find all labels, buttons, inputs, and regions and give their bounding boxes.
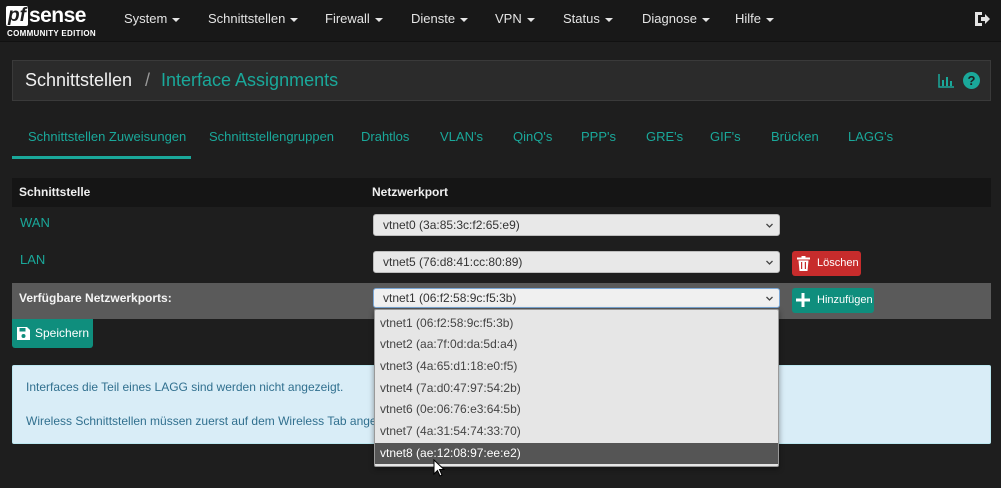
port-select-wan[interactable]: vtnet0 (3a:85:3c:f2:65:e9)	[373, 214, 780, 236]
chevron-down-icon	[766, 296, 773, 301]
caret-down-icon	[290, 17, 299, 22]
tab-drahtlos[interactable]: Drahtlos	[361, 125, 409, 159]
dropdown-option[interactable]: vtnet6 (0e:06:76:e3:64:5b)	[375, 399, 778, 420]
sign-out-icon[interactable]	[973, 10, 991, 28]
breadcrumb-separator: /	[145, 70, 151, 90]
info-text-wireless: Wireless Schnittstellen müssen zuerst au…	[26, 414, 377, 428]
dropdown-option[interactable]: vtnet4 (7a:d0:47:97:54:2b)	[375, 378, 778, 399]
chevron-down-icon	[766, 223, 773, 228]
pfsense-logo[interactable]: pf sense COMMUNITY EDITION	[6, 5, 100, 39]
save-button[interactable]: Speichern	[12, 319, 93, 348]
nav-dienste[interactable]: Dienste	[411, 0, 469, 38]
table-row-wan: WAN vtnet0 (3a:85:3c:f2:65:e9)	[12, 207, 991, 243]
bar-chart-icon[interactable]	[938, 74, 954, 88]
logo-sense: sense	[28, 4, 87, 27]
tab-gres[interactable]: GRE's	[646, 125, 683, 159]
nav-diagnose[interactable]: Diagnose	[642, 0, 710, 38]
tab-qinqs[interactable]: QinQ's	[513, 125, 552, 159]
nav-firewall[interactable]: Firewall	[325, 0, 383, 38]
dropdown-option[interactable]: vtnet3 (4a:65:d1:18:e0:f5)	[375, 356, 778, 377]
active-tab-indicator	[12, 156, 191, 159]
dropdown-option[interactable]: vtnet1 (06:f2:58:9c:f5:3b)	[375, 313, 778, 334]
chevron-down-icon	[766, 260, 773, 265]
dropdown-option[interactable]: vtnet7 (4a:31:54:74:33:70)	[375, 421, 778, 442]
trash-icon	[797, 256, 810, 271]
help-icon[interactable]: ?	[963, 72, 980, 89]
tab-gifs[interactable]: GIF's	[710, 125, 741, 159]
tab-schnittstellengruppen[interactable]: Schnittstellengruppen	[209, 125, 334, 159]
nav-system[interactable]: System	[124, 0, 181, 38]
interface-link-wan[interactable]: WAN	[20, 215, 50, 230]
add-button[interactable]: Hinzufügen	[792, 288, 874, 313]
plus-icon	[796, 293, 810, 307]
delete-button[interactable]: Löschen	[792, 251, 861, 276]
nav-schnittstellen[interactable]: Schnittstellen	[208, 0, 299, 38]
save-icon	[17, 327, 30, 340]
logo-edition: COMMUNITY EDITION	[7, 29, 96, 38]
top-navbar: pf sense COMMUNITY EDITION System Schnitt…	[0, 0, 1001, 42]
tab-zuweisungen[interactable]: Schnittstellen Zuweisungen	[28, 125, 186, 159]
caret-down-icon	[526, 17, 535, 22]
nav-vpn[interactable]: VPN	[495, 0, 535, 38]
column-header-interface: Schnittstelle	[19, 185, 91, 199]
caret-down-icon	[172, 17, 181, 22]
page-header: Schnittstellen / Interface Assignments ?	[12, 60, 991, 101]
caret-down-icon	[701, 17, 710, 22]
info-text-lagg: Interfaces die Teil eines LAGG sind werd…	[26, 380, 344, 394]
breadcrumb-section[interactable]: Schnittstellen	[25, 70, 132, 91]
table-row-lan: LAN vtnet5 (76:d8:41:cc:80:89) Löschen	[12, 243, 991, 283]
tab-laggs[interactable]: LAGG's	[848, 125, 893, 159]
available-ports-label: Verfügbare Netzwerkports:	[19, 291, 172, 305]
nav-hilfe[interactable]: Hilfe	[735, 0, 775, 38]
column-header-port: Netzwerkport	[372, 185, 449, 199]
page-title[interactable]: Interface Assignments	[161, 70, 338, 91]
available-port-select[interactable]: vtnet1 (06:f2:58:9c:f5:3b)	[373, 288, 780, 308]
caret-down-icon	[766, 17, 775, 22]
caret-down-icon	[374, 17, 383, 22]
port-dropdown-list: vtnet1 (06:f2:58:9c:f5:3b) vtnet2 (aa:7f…	[374, 309, 779, 467]
dropdown-option[interactable]: vtnet2 (aa:7f:0d:da:5d:a4)	[375, 334, 778, 355]
port-select-lan[interactable]: vtnet5 (76:d8:41:cc:80:89)	[373, 251, 780, 273]
tab-vlans[interactable]: VLAN's	[440, 125, 483, 159]
caret-down-icon	[604, 17, 613, 22]
caret-down-icon	[460, 17, 469, 22]
mouse-cursor-icon	[433, 459, 445, 477]
nav-status[interactable]: Status	[563, 0, 613, 38]
interface-link-lan[interactable]: LAN	[20, 252, 45, 267]
logo-pf: pf	[6, 5, 28, 26]
table-header: Schnittstelle Netzwerkport	[12, 178, 991, 207]
tab-bruecken[interactable]: Brücken	[771, 125, 819, 159]
tab-ppps[interactable]: PPP's	[581, 125, 616, 159]
